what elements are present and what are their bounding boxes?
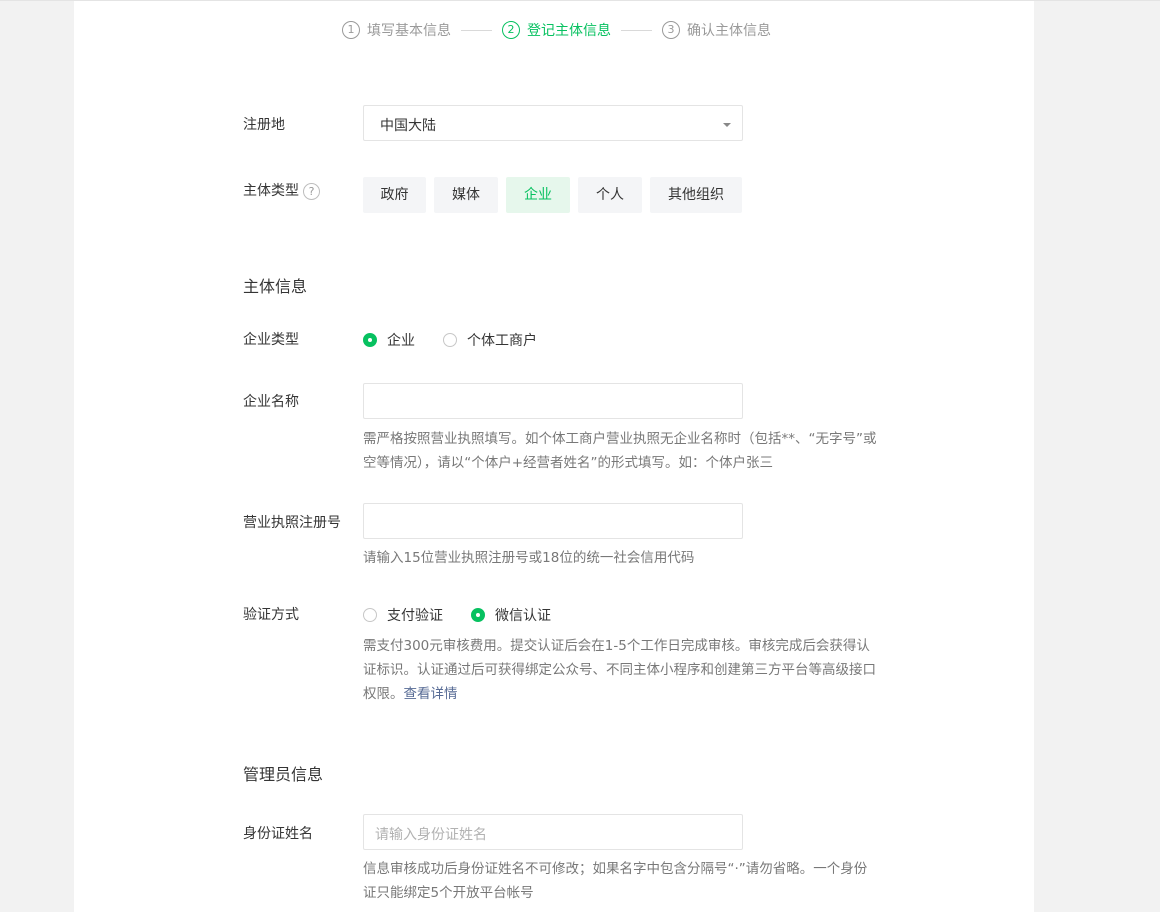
verify-method-payment-label: 支付验证 <box>387 608 443 624</box>
company-type-radio-group: 企业 个体工商户 <box>363 330 565 350</box>
step-2-label: 登记主体信息 <box>527 23 611 39</box>
verify-method-radio-group: 支付验证 微信认证 <box>363 605 579 625</box>
region-label: 注册地 <box>243 117 285 133</box>
company-type-sole-proprietor-label: 个体工商户 <box>467 333 537 349</box>
radio-unchecked-icon[interactable] <box>443 333 457 347</box>
step-connector <box>461 29 492 31</box>
company-type-enterprise[interactable]: 企业 <box>363 330 415 350</box>
verify-method-hint: 需支付300元审核费用。提交认证后会在1-5个工作日完成审核。审核完成后会获得认… <box>363 634 903 706</box>
company-type-sole-proprietor[interactable]: 个体工商户 <box>443 330 537 350</box>
id-name-hint-line-2: 证只能绑定5个开放平台帐号 <box>363 885 534 901</box>
entity-type-government[interactable]: 政府 <box>363 177 426 213</box>
admin-info-section-title: 管理员信息 <box>243 765 324 784</box>
step-1-number: 1 <box>342 21 360 39</box>
radio-checked-icon[interactable] <box>363 333 377 347</box>
verify-method-label: 验证方式 <box>243 607 299 623</box>
verify-method-hint-line-1: 需支付300元审核费用。提交认证后会在1-5个工作日完成审核。审核完成后会获得认 <box>363 638 870 654</box>
company-type-label: 企业类型 <box>243 332 299 348</box>
license-number-label: 营业执照注册号 <box>243 515 341 531</box>
entity-type-other[interactable]: 其他组织 <box>650 177 742 213</box>
id-name-hint: 信息审核成功后身份证姓名不可修改；如果名字中包含分隔号“·”请勿省略。一个身份 … <box>363 857 903 905</box>
company-name-hint-line-2: 空等情况），请以“个体户+经营者姓名”的形式填写。如：个体户张三 <box>363 455 774 471</box>
license-number-input[interactable] <box>363 503 743 539</box>
verify-method-hint-line-2: 证标识。认证通过后可获得绑定公众号、不同主体小程序和创建第三方平台等高级接口 <box>363 662 876 678</box>
help-icon[interactable]: ? <box>303 182 320 200</box>
company-name-label: 企业名称 <box>243 394 299 410</box>
id-name-input[interactable]: 请输入身份证姓名 <box>363 814 743 850</box>
entity-info-section-title: 主体信息 <box>243 277 308 296</box>
entity-type-label-text: 主体类型 <box>243 183 299 199</box>
company-name-input[interactable] <box>363 383 743 419</box>
step-3-number: 3 <box>662 21 680 39</box>
verify-method-hint-line-3: 权限。 <box>363 686 404 702</box>
step-1: 1 填写基本信息 <box>342 20 451 40</box>
step-3: 3 确认主体信息 <box>662 20 771 40</box>
license-number-hint: 请输入15位营业执照注册号或18位的统一社会信用代码 <box>363 550 695 566</box>
chevron-down-icon <box>723 123 731 127</box>
id-name-placeholder: 请输入身份证姓名 <box>375 827 487 843</box>
entity-type-enterprise[interactable]: 企业 <box>506 177 570 213</box>
region-select[interactable]: 中国大陆 <box>363 105 743 141</box>
region-select-value: 中国大陆 <box>380 118 436 134</box>
step-2: 2 登记主体信息 <box>502 20 611 40</box>
verify-method-payment[interactable]: 支付验证 <box>363 605 443 625</box>
radio-unchecked-icon[interactable] <box>363 608 377 622</box>
entity-type-options: 政府 媒体 企业 个人 其他组织 <box>363 177 750 213</box>
company-type-enterprise-label: 企业 <box>387 333 415 349</box>
radio-checked-icon[interactable] <box>471 608 485 622</box>
verify-method-hint-line-3-wrap: 权限。查看详情 <box>363 682 903 706</box>
id-name-label: 身份证姓名 <box>243 826 313 842</box>
step-connector <box>621 29 652 31</box>
verify-method-wechat[interactable]: 微信认证 <box>471 605 551 625</box>
verify-method-wechat-label: 微信认证 <box>495 608 551 624</box>
step-2-number: 2 <box>502 21 520 39</box>
view-details-link[interactable]: 查看详情 <box>404 686 458 702</box>
step-3-label: 确认主体信息 <box>687 23 771 39</box>
entity-type-individual[interactable]: 个人 <box>578 177 642 213</box>
company-name-hint-line-1: 需严格按照营业执照填写。如个体工商户营业执照无企业名称时（包括**、“无字号”或 <box>363 431 877 447</box>
form-panel: 1 填写基本信息 2 登记主体信息 3 确认主体信息 注册地 中国大陆 主体类型… <box>74 1 1034 912</box>
step-1-label: 填写基本信息 <box>367 23 451 39</box>
entity-type-label: 主体类型? <box>243 180 320 200</box>
company-name-hint: 需严格按照营业执照填写。如个体工商户营业执照无企业名称时（包括**、“无字号”或… <box>363 427 903 475</box>
entity-type-media[interactable]: 媒体 <box>434 177 498 213</box>
step-indicator: 1 填写基本信息 2 登记主体信息 3 确认主体信息 <box>342 19 771 41</box>
id-name-hint-line-1: 信息审核成功后身份证姓名不可修改；如果名字中包含分隔号“·”请勿省略。一个身份 <box>363 861 868 877</box>
